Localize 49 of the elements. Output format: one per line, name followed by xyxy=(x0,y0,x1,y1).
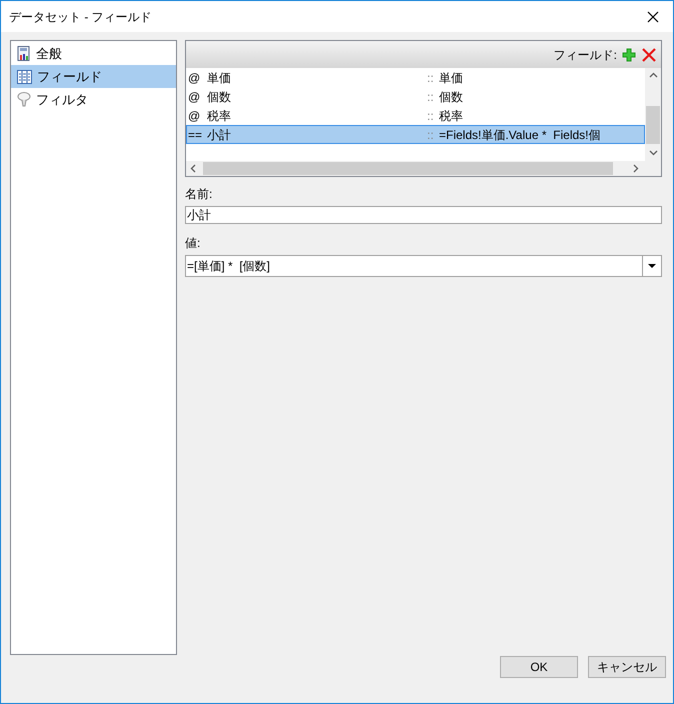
close-icon xyxy=(647,10,659,22)
report-icon xyxy=(17,46,31,62)
field-name: 個数 xyxy=(207,88,232,106)
scrollbar-thumb[interactable] xyxy=(646,106,660,144)
scroll-left-icon xyxy=(190,164,196,173)
row-marker: @ xyxy=(187,108,202,124)
separator: :: xyxy=(427,108,435,124)
separator: :: xyxy=(427,70,435,86)
separator: :: xyxy=(427,88,435,106)
plus-icon xyxy=(622,48,636,62)
field-value: 税率 xyxy=(439,108,463,124)
sidebar-item[interactable]: フィルタ xyxy=(11,88,176,111)
cancel-button[interactable]: キャンセル xyxy=(588,656,666,678)
scrollbar-thumb[interactable] xyxy=(203,162,613,175)
grid-label: フィールド: xyxy=(554,46,617,64)
sidebar-item[interactable]: フィールド xyxy=(11,65,176,88)
field-value: 単価 xyxy=(439,70,463,86)
ok-button[interactable]: OK xyxy=(500,656,578,678)
delete-icon xyxy=(642,48,656,62)
name-label: 名前: xyxy=(185,186,214,203)
dropdown-icon xyxy=(648,264,656,268)
field-row[interactable]: @ 個数 :: 個数 xyxy=(186,87,645,106)
field-value: =Fields!単価.Value * Fields!個 xyxy=(439,126,601,144)
value-label: 値: xyxy=(185,235,202,252)
field-row[interactable]: @ 単価 :: 単価 xyxy=(186,68,645,87)
vertical-scrollbar[interactable] xyxy=(645,68,661,161)
field-name: 単価 xyxy=(207,70,232,86)
window-title: データセット - フィールド xyxy=(9,8,152,26)
scroll-up-icon xyxy=(648,72,658,78)
separator: :: xyxy=(427,126,435,144)
value-text: =[単価] * [個数] xyxy=(186,258,272,275)
field-name: 税率 xyxy=(207,108,232,124)
field-row[interactable]: == 小計 :: =Fields!単価.Value * Fields!個 xyxy=(186,125,645,144)
name-input[interactable]: 小計 xyxy=(185,206,662,224)
field-value: 個数 xyxy=(439,88,463,106)
scroll-down-icon xyxy=(648,150,658,156)
funnel-icon xyxy=(17,92,31,107)
value-combobox[interactable]: =[単価] * [個数] xyxy=(185,255,662,277)
horizontal-scrollbar[interactable] xyxy=(186,161,661,176)
row-marker: == xyxy=(187,126,204,144)
row-marker: @ xyxy=(187,70,202,86)
columns-icon xyxy=(17,70,32,84)
field-row[interactable]: @ 税率 :: 税率 xyxy=(186,106,645,125)
sidebar-item[interactable]: 全般 xyxy=(11,42,176,65)
row-marker: @ xyxy=(187,88,202,106)
field-name: 小計 xyxy=(207,126,232,144)
scroll-right-icon xyxy=(633,164,639,173)
add-button[interactable] xyxy=(621,46,637,62)
delete-button[interactable] xyxy=(641,46,657,62)
